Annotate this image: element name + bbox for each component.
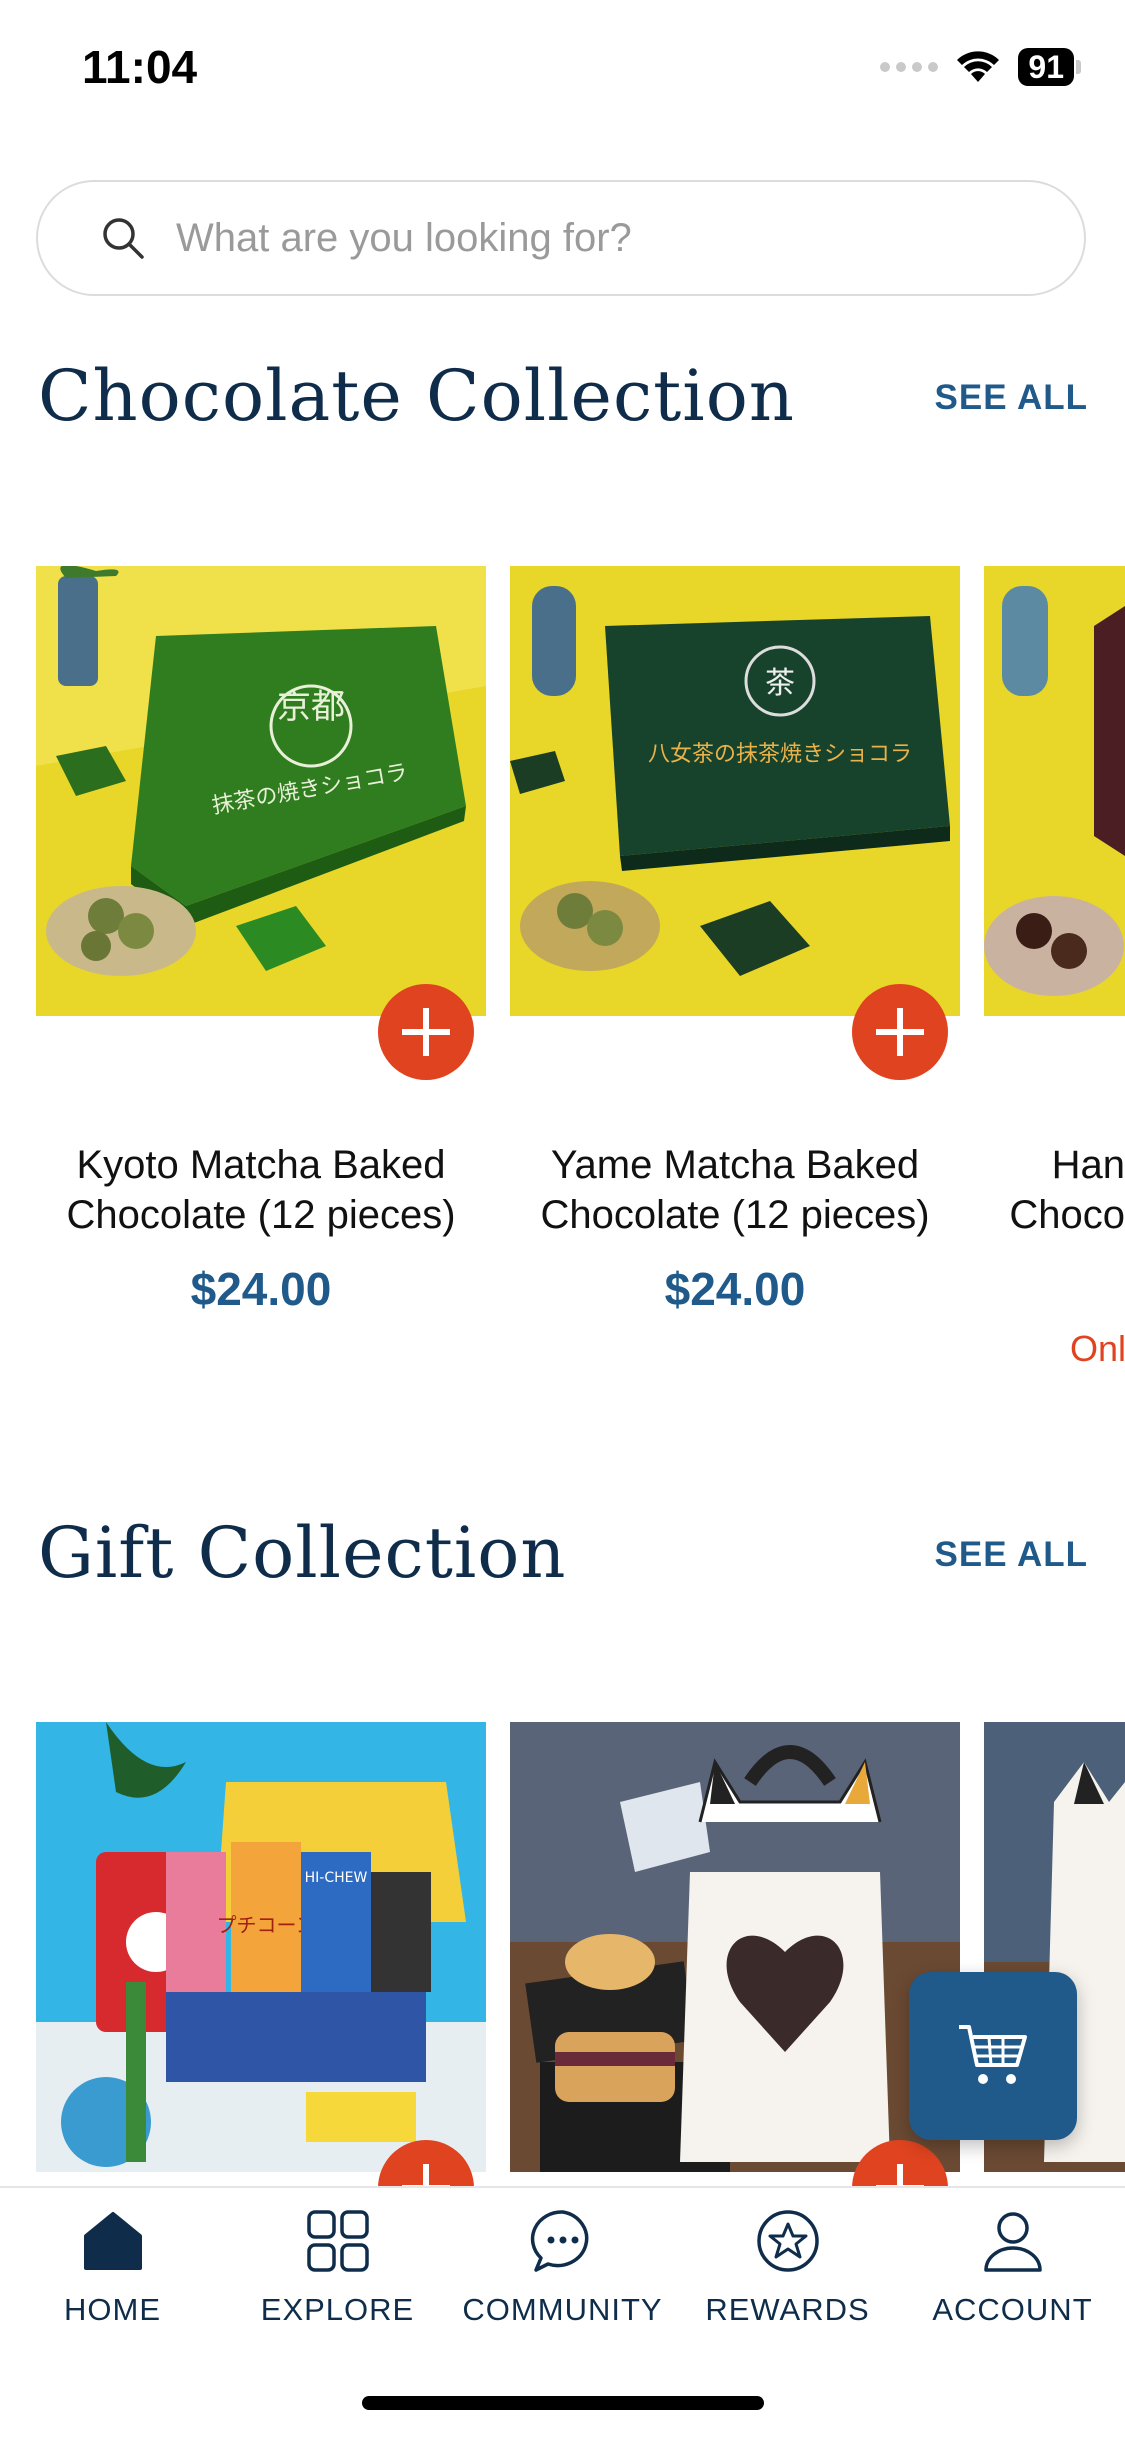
tab-label: COMMUNITY <box>462 2292 663 2327</box>
tab-rewards[interactable]: REWARDS <box>675 2208 900 2328</box>
tab-home[interactable]: HOME <box>0 2208 225 2328</box>
status-icons: 91 <box>880 48 1081 86</box>
svg-text:八女茶の抹茶焼きショコラ: 八女茶の抹茶焼きショコラ <box>648 742 912 767</box>
plus-icon <box>876 1008 924 1056</box>
tab-label: ACCOUNT <box>932 2292 1093 2327</box>
status-time: 11:04 <box>82 41 198 93</box>
product-card-partial[interactable]: Han Choco Only <box>984 566 1125 1386</box>
person-icon <box>983 2212 1042 2272</box>
product-card[interactable]: 京都 抹茶の焼きショコラ Kyoto Matcha Baked Chocolat… <box>36 566 486 1315</box>
stock-note-partial: Only <box>1070 1328 1125 1369</box>
svg-text:京都: 京都 <box>277 687 345 727</box>
section-title-chocolate: Chocolate Collection <box>38 355 795 437</box>
tab-label: EXPLORE <box>260 2292 415 2327</box>
battery-icon: 91 <box>1018 48 1081 86</box>
product-image-snack-gift-box[interactable]: プチコーン HI-CHEW <box>36 1722 486 2172</box>
product-image-kyoto-matcha[interactable]: 京都 抹茶の焼きショコラ <box>36 566 486 1016</box>
product-name[interactable]: Yame Matcha Baked Chocolate (12 pieces) <box>510 1140 960 1240</box>
product-card[interactable]: 茶 八女茶の抹茶焼きショコラ Yame Matcha Baked Chocola… <box>510 566 960 1315</box>
plus-icon <box>402 1008 450 1056</box>
search-placeholder: What are you looking for? <box>176 215 632 260</box>
product-image-dark-chocolate[interactable] <box>984 566 1125 1016</box>
cart-button[interactable] <box>909 1972 1077 2140</box>
svg-text:プチコーン: プチコーン <box>217 1913 316 1937</box>
product-image-yame-matcha[interactable]: 茶 八女茶の抹茶焼きショコラ <box>510 566 960 1016</box>
add-to-cart-button[interactable] <box>852 984 948 1080</box>
cellular-signal-icon <box>880 62 939 72</box>
home-indicator[interactable] <box>362 2396 764 2410</box>
tab-explore[interactable]: EXPLORE <box>225 2208 450 2328</box>
see-all-chocolate-link[interactable]: SEE ALL <box>935 378 1089 418</box>
product-card[interactable]: プチコーン HI-CHEW <box>36 1722 486 2236</box>
product-image-cat-gift-box[interactable] <box>510 1722 960 2172</box>
shopping-cart-icon <box>959 2025 1027 2084</box>
wifi-icon <box>957 51 1000 82</box>
grid-icon <box>306 2210 369 2272</box>
search-icon <box>103 218 144 259</box>
tab-account[interactable]: ACCOUNT <box>900 2208 1125 2328</box>
status-bar: 11:04 91 <box>0 0 1125 140</box>
search-input[interactable]: What are you looking for? <box>36 180 1086 296</box>
product-name-partial[interactable]: Han Choco <box>984 1140 1125 1240</box>
battery-level: 91 <box>1018 48 1074 86</box>
star-badge-icon <box>756 2210 819 2272</box>
section-title-gift: Gift Collection <box>38 1512 567 1594</box>
add-to-cart-button[interactable] <box>378 984 474 1080</box>
product-card[interactable] <box>510 1722 960 2236</box>
tab-label: REWARDS <box>705 2292 870 2327</box>
svg-text:茶: 茶 <box>765 666 795 701</box>
svg-text:HI-CHEW: HI-CHEW <box>305 1870 368 1886</box>
tab-label: HOME <box>64 2292 161 2327</box>
chat-bubble-icon <box>530 2210 588 2272</box>
product-price: $24.00 <box>190 1263 332 1315</box>
product-name[interactable]: Kyoto Matcha Baked Chocolate (12 pieces) <box>36 1140 486 1240</box>
product-price: $24.00 <box>664 1263 806 1315</box>
tab-community[interactable]: COMMUNITY <box>450 2208 675 2328</box>
home-icon <box>83 2212 142 2270</box>
see-all-gift-link[interactable]: SEE ALL <box>935 1535 1089 1575</box>
